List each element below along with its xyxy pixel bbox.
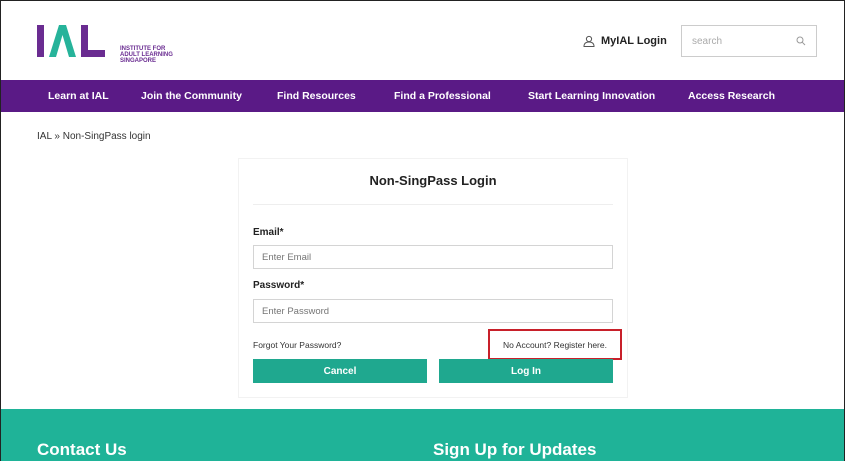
forgot-password-link[interactable]: Forgot Your Password?: [253, 340, 341, 350]
contact-us-heading: Contact Us: [37, 440, 127, 459]
nav-item-join-the-community[interactable]: Join the Community: [141, 80, 242, 112]
search-input[interactable]: search: [681, 25, 817, 57]
logo-subtext: INSTITUTE FOR ADULT LEARNING SINGAPORE: [120, 46, 173, 64]
register-highlight-box: No Account? Register here.: [488, 329, 622, 360]
myial-login-link[interactable]: MyIAL Login: [583, 35, 667, 47]
nav-item-find-a-professional[interactable]: Find a Professional: [394, 80, 491, 112]
cancel-button[interactable]: Cancel: [253, 359, 427, 383]
nav-item-start-learning-innovation[interactable]: Start Learning Innovation: [528, 80, 655, 112]
nav-item-find-resources[interactable]: Find Resources: [277, 80, 356, 112]
email-label: Email*: [253, 227, 284, 238]
search-icon[interactable]: [796, 36, 806, 46]
ial-logo[interactable]: INSTITUTE FOR ADULT LEARNING SINGAPORE: [35, 21, 175, 64]
password-label: Password*: [253, 280, 305, 291]
user-icon: [583, 35, 595, 47]
login-title: Non-SingPass Login: [369, 173, 497, 188]
search-placeholder: search: [692, 35, 723, 47]
title-divider: [253, 204, 613, 205]
breadcrumb: IAL » Non-SingPass login: [37, 131, 151, 142]
log-in-button[interactable]: Log In: [439, 359, 613, 383]
site-footer: Contact Us Sign Up for Updates: [1, 409, 844, 461]
main-nav: Learn at IAL Join the Community Find Res…: [1, 80, 844, 112]
email-field[interactable]: [253, 245, 613, 269]
nav-item-learn-at-ial[interactable]: Learn at IAL: [48, 80, 109, 112]
ial-logo-icon: [37, 25, 105, 57]
myial-login-label: MyIAL Login: [601, 35, 667, 47]
register-link[interactable]: No Account? Register here.: [503, 340, 607, 350]
password-field[interactable]: [253, 299, 613, 323]
nav-item-access-research[interactable]: Access Research: [688, 80, 775, 112]
sign-up-heading: Sign Up for Updates: [433, 440, 597, 459]
login-card: Non-SingPass Login Email* Password* Forg…: [239, 159, 627, 397]
site-header: INSTITUTE FOR ADULT LEARNING SINGAPORE M…: [1, 1, 844, 77]
